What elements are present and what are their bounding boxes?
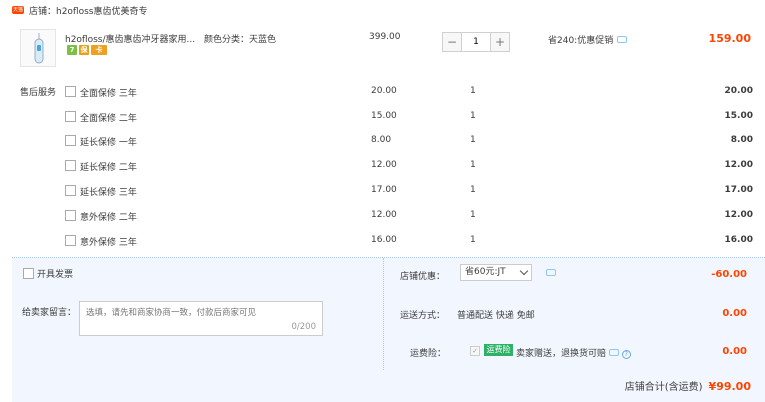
tmall-tag: 天猫 <box>12 6 24 14</box>
service-row: 意外保修 三年 16.00 1 16.00 <box>65 234 753 250</box>
sku-info: 颜色分类：天蓝色 <box>204 35 277 45</box>
total-value: ¥99.00 <box>708 380 751 393</box>
service-total: 15.00 <box>724 111 753 121</box>
service-checkbox[interactable] <box>65 160 76 171</box>
message-box: 0/200 <box>79 301 323 336</box>
chat-icon[interactable] <box>617 36 628 43</box>
service-qty: 1 <box>470 185 476 195</box>
service-qty: 1 <box>470 160 476 170</box>
service-row: 延长保修 三年 17.00 1 17.00 <box>65 184 753 200</box>
cart-item: h2ofloss/惠齿惠齿冲牙器家用... 7 保 卡 颜色分类：天蓝色 399… <box>12 27 765 69</box>
service-checkbox[interactable] <box>65 135 76 146</box>
service-row: 意外保修 二年 12.00 1 12.00 <box>65 209 753 225</box>
service-checkbox[interactable] <box>65 185 76 196</box>
service-total: 16.00 <box>724 235 753 245</box>
service-checkbox[interactable] <box>65 210 76 221</box>
total-label: 店铺合计(含运费) <box>624 382 703 393</box>
quantity-stepper: − + <box>442 32 510 52</box>
credit-card-icon[interactable]: 卡 <box>91 45 107 55</box>
order-options-panel: 开具发票 给卖家留言： 0/200 店铺优惠： 省60元:JT -60.00 运… <box>12 257 765 402</box>
insurance-desc: 卖家赠送，退换货可赔 <box>516 349 607 359</box>
service-total: 17.00 <box>724 185 753 195</box>
chat-icon[interactable] <box>608 349 619 356</box>
service-total: 12.00 <box>724 160 753 170</box>
service-row: 延长保修 一年 8.00 1 8.00 <box>65 134 753 150</box>
service-checkbox[interactable] <box>65 235 76 246</box>
service-row: 延长保修 二年 12.00 1 12.00 <box>65 159 753 175</box>
store-name[interactable]: 店铺：h2ofloss惠齿优美奇专 <box>29 4 148 17</box>
service-row: 全面保修 三年 20.00 1 20.00 <box>65 85 753 101</box>
service-name: 延长保修 三年 <box>80 188 137 198</box>
service-price: 12.00 <box>371 160 397 170</box>
service-checkbox[interactable] <box>65 86 76 97</box>
product-name[interactable]: h2ofloss/惠齿惠齿冲牙器家用... <box>65 32 195 45</box>
service-total: 8.00 <box>730 135 753 145</box>
message-label: 给卖家留言： <box>22 308 77 318</box>
service-qty: 1 <box>470 210 476 220</box>
insurance-row: 运费险： ✓ 运费险 卖家赠送，退换货可赔 ? 0.00 <box>383 258 765 370</box>
water-flosser-icon <box>34 33 44 64</box>
seller-message-input[interactable] <box>86 306 318 320</box>
insurance-amount: 0.00 <box>722 346 747 357</box>
service-name: 意外保修 二年 <box>80 213 137 223</box>
service-checkbox[interactable] <box>65 111 76 122</box>
service-total: 12.00 <box>724 210 753 220</box>
invoice-checkbox[interactable] <box>23 268 34 279</box>
service-price: 20.00 <box>371 86 397 96</box>
insurance-text: 卖家赠送，退换货可赔 ? <box>516 346 631 359</box>
after-sales-label: 售后服务 <box>20 88 57 98</box>
store-total: 店铺合计(含运费) ¥99.00 <box>625 378 751 393</box>
service-row: 全面保修 二年 15.00 1 15.00 <box>65 110 753 126</box>
service-price: 16.00 <box>371 235 397 245</box>
service-qty: 1 <box>470 135 476 145</box>
store-header: 天猫 店铺：h2ofloss惠齿优美奇专 <box>0 0 765 20</box>
product-thumbnail[interactable] <box>20 29 56 67</box>
unit-price: 399.00 <box>369 32 401 42</box>
service-name: 延长保修 二年 <box>80 163 137 173</box>
help-icon[interactable]: ? <box>621 350 631 359</box>
promo-text: 省240:优惠促销 <box>548 36 614 46</box>
service-qty: 1 <box>470 111 476 121</box>
invoice-label: 开具发票 <box>37 270 74 280</box>
seven-day-return-icon[interactable]: 7 <box>67 45 77 55</box>
message-char-count: 0/200 <box>291 322 317 332</box>
service-price: 15.00 <box>371 111 397 121</box>
service-qty: 1 <box>470 86 476 96</box>
service-total: 20.00 <box>724 86 753 96</box>
service-price: 8.00 <box>371 135 392 145</box>
invoice-option[interactable]: 开具发票 <box>23 267 73 280</box>
guarantee-icon[interactable]: 保 <box>79 45 89 55</box>
service-name: 意外保修 三年 <box>80 238 137 248</box>
service-name: 全面保修 三年 <box>80 89 137 99</box>
item-subtotal: 159.00 <box>708 32 751 45</box>
insurance-label: 运费险： <box>410 349 447 359</box>
service-badges: 7 保 卡 <box>67 45 107 55</box>
qty-input[interactable] <box>462 32 490 52</box>
promo-info: 省240:优惠促销 <box>548 33 628 46</box>
insurance-tag: 运费险 <box>484 344 513 356</box>
qty-plus-button[interactable]: + <box>490 32 510 52</box>
service-price: 12.00 <box>371 210 397 220</box>
service-price: 17.00 <box>371 185 397 195</box>
qty-minus-button[interactable]: − <box>442 32 462 52</box>
service-qty: 1 <box>470 235 476 245</box>
service-name: 全面保修 二年 <box>80 114 137 124</box>
service-name: 延长保修 一年 <box>80 138 137 148</box>
insurance-checkbox[interactable]: ✓ <box>470 346 480 356</box>
